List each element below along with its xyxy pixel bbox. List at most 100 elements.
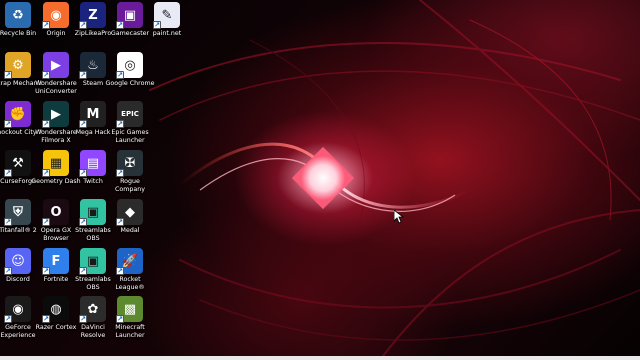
twitch-icon: ▤ ↗ bbox=[79, 150, 106, 177]
taskbar bbox=[0, 356, 640, 360]
rogue-company-icon: ✠ ↗ bbox=[116, 150, 143, 177]
shortcut-arrow-icon: ↗ bbox=[79, 21, 87, 29]
icon-glyph: ◉ bbox=[50, 7, 62, 23]
streamlabs-obs-icon: ▣ ↗ bbox=[79, 248, 106, 275]
shortcut-arrow-icon: ↗ bbox=[116, 267, 124, 275]
scrap-mechanic-icon: ⚙ ↗ bbox=[4, 52, 31, 79]
icon-glyph: ✿ bbox=[87, 301, 99, 317]
icon-glyph: ✎ bbox=[161, 7, 173, 23]
shortcut-arrow-icon: ↗ bbox=[42, 120, 50, 128]
icon-glyph: M bbox=[86, 106, 100, 122]
uniconverter-icon: ▶ ↗ bbox=[42, 52, 69, 79]
desktop-shortcut-label: Rogue Company bbox=[115, 178, 145, 193]
icon-glyph: ◎ bbox=[124, 57, 136, 73]
mega-hack-icon: M ↗ bbox=[79, 101, 106, 128]
icon-glyph: ⛨ bbox=[13, 204, 23, 220]
shortcut-arrow-icon: ↗ bbox=[79, 71, 87, 79]
shortcut-arrow-icon: ↗ bbox=[116, 21, 124, 29]
geforce-icon: ◉ ↗ bbox=[4, 296, 31, 323]
icon-glyph: ♻ bbox=[12, 7, 24, 23]
icon-glyph: ☺ bbox=[11, 253, 25, 269]
desktop-shortcut-label: Google Chrome bbox=[105, 80, 155, 87]
recycle-bin-icon: ♻ bbox=[5, 2, 31, 28]
shortcut-arrow-icon: ↗ bbox=[79, 218, 87, 226]
icon-glyph: ▣ bbox=[123, 7, 137, 23]
origin-icon: ◉ ↗ bbox=[42, 2, 69, 29]
icon-glyph: ⚒ bbox=[12, 155, 24, 171]
desktop-shortcut-label: Epic Games Launcher bbox=[111, 129, 149, 144]
icon-glyph: ▣ bbox=[86, 253, 100, 269]
icon-glyph: ◉ bbox=[12, 301, 24, 317]
shortcut-arrow-icon: ↗ bbox=[42, 218, 50, 226]
medal-icon: ◆ ↗ bbox=[116, 199, 143, 226]
rocket-league-icon: 🚀 ↗ bbox=[116, 248, 143, 275]
davinci-resolve-icon: ✿ ↗ bbox=[79, 296, 106, 323]
desktop-shortcut-label: Rocket League® bbox=[115, 276, 145, 291]
epic-games-icon: EPIC ↗ bbox=[116, 101, 143, 128]
shortcut-arrow-icon: ↗ bbox=[116, 218, 124, 226]
icon-glyph: ▤ bbox=[86, 155, 100, 171]
desktop-shortcut-label: Medal bbox=[120, 227, 140, 234]
icon-glyph: ▦ bbox=[49, 155, 63, 171]
paint-net-icon: ✎ ↗ bbox=[153, 2, 180, 29]
shortcut-arrow-icon: ↗ bbox=[4, 218, 12, 226]
shortcut-arrow-icon: ↗ bbox=[42, 315, 50, 323]
icon-glyph: ◆ bbox=[125, 204, 135, 220]
gamecaster-icon: ▣ ↗ bbox=[116, 2, 143, 29]
icon-glyph: EPIC bbox=[121, 109, 139, 118]
shortcut-arrow-icon: ↗ bbox=[4, 315, 12, 323]
icon-glyph: ◍ bbox=[50, 301, 62, 317]
desktop-shortcut-label: Minecraft Launcher bbox=[115, 324, 145, 339]
shortcut-arrow-icon: ↗ bbox=[42, 267, 50, 275]
shortcut-arrow-icon: ↗ bbox=[4, 71, 12, 79]
icon-glyph: ▶ bbox=[51, 106, 61, 122]
discord-icon: ☺ ↗ bbox=[4, 248, 31, 275]
desktop-shortcut-label: paint.net bbox=[152, 30, 182, 37]
desktop-shortcut[interactable]: ◆ ↗ Medal bbox=[106, 197, 154, 253]
shortcut-arrow-icon: ↗ bbox=[116, 169, 124, 177]
desktop-shortcut[interactable]: ✎ ↗ paint.net bbox=[143, 0, 191, 56]
shortcut-arrow-icon: ↗ bbox=[116, 71, 124, 79]
icon-glyph: O bbox=[50, 204, 62, 220]
icon-glyph: ✠ bbox=[124, 155, 136, 171]
desktop-shortcut[interactable]: ▩ ↗ Minecraft Launcher bbox=[106, 294, 154, 350]
shortcut-arrow-icon: ↗ bbox=[4, 169, 12, 177]
shortcut-arrow-icon: ↗ bbox=[153, 21, 161, 29]
icon-glyph: F bbox=[51, 253, 61, 269]
opera-gx-icon: O ↗ bbox=[42, 199, 69, 226]
desktop[interactable]: ♻ Recycle Bin ◉ ↗ Origin Z ↗ ZipLikeaPro ▣ ↗ Gamec… bbox=[0, 0, 640, 360]
mouse-pointer-icon bbox=[394, 210, 404, 224]
shortcut-arrow-icon: ↗ bbox=[42, 71, 50, 79]
shortcut-arrow-icon: ↗ bbox=[4, 267, 12, 275]
titanfall-icon: ⛨ ↗ bbox=[4, 199, 31, 226]
icon-glyph: ✊ bbox=[9, 106, 27, 122]
desktop-shortcut[interactable]: ✠ ↗ Rogue Company bbox=[106, 148, 154, 204]
shortcut-arrow-icon: ↗ bbox=[79, 169, 87, 177]
desktop-shortcut[interactable]: ◎ ↗ Google Chrome bbox=[106, 50, 154, 106]
icon-glyph: ▣ bbox=[86, 204, 100, 220]
shortcut-arrow-icon: ↗ bbox=[79, 315, 87, 323]
filmora-icon: ▶ ↗ bbox=[42, 101, 69, 128]
shortcut-arrow-icon: ↗ bbox=[42, 21, 50, 29]
streamlabs-obs-icon: ▣ ↗ bbox=[79, 199, 106, 226]
shortcut-arrow-icon: ↗ bbox=[79, 267, 87, 275]
icon-glyph: ⚙ bbox=[12, 57, 24, 73]
desktop-shortcut[interactable]: EPIC ↗ Epic Games Launcher bbox=[106, 99, 154, 155]
geometry-dash-icon: ▦ ↗ bbox=[42, 150, 69, 177]
shortcut-arrow-icon: ↗ bbox=[116, 315, 124, 323]
icon-glyph: ♨ bbox=[87, 57, 99, 73]
icon-glyph: 🚀 bbox=[121, 253, 139, 269]
fortnite-icon: F ↗ bbox=[42, 248, 69, 275]
shortcut-arrow-icon: ↗ bbox=[42, 169, 50, 177]
curseforge-icon: ⚒ ↗ bbox=[4, 150, 31, 177]
steam-icon: ♨ ↗ bbox=[79, 52, 106, 79]
shortcut-arrow-icon: ↗ bbox=[79, 120, 87, 128]
icon-glyph: ▩ bbox=[123, 301, 137, 317]
knockout-city-icon: ✊ ↗ bbox=[4, 101, 31, 128]
razer-cortex-icon: ◍ ↗ bbox=[42, 296, 69, 323]
chrome-icon: ◎ ↗ bbox=[116, 52, 143, 79]
ziplikeapro-icon: Z ↗ bbox=[79, 2, 106, 29]
icon-glyph: ▶ bbox=[51, 57, 61, 73]
icon-glyph: Z bbox=[88, 7, 98, 23]
shortcut-arrow-icon: ↗ bbox=[116, 120, 124, 128]
